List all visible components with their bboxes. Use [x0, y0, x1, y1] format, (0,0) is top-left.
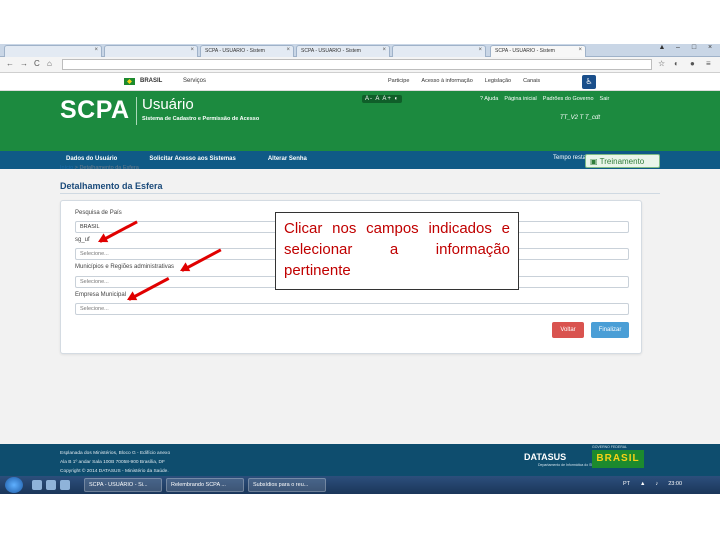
maximize-icon[interactable]: □ — [688, 44, 700, 56]
menu-items: Dados do Usuário Solicitar Acesso aos Si… — [66, 156, 307, 162]
menu-item-alterar-senha[interactable]: Alterar Senha — [268, 156, 307, 162]
page-title: Detalhamento da Esfera — [60, 181, 163, 191]
breadcrumb-current: Detalhamento da Esfera — [79, 165, 139, 171]
header-links: ? Ajuda Página inicial Padrões do Govern… — [480, 96, 609, 102]
extension-icon[interactable]: ◐ — [674, 59, 679, 68]
gov-bar: BRASIL Serviços Participe Acesso à infor… — [0, 73, 720, 91]
help-link[interactable]: ? Ajuda — [480, 96, 498, 102]
treinamento-label: Treinamento — [599, 157, 645, 166]
taskbar-task-scpa[interactable]: SCPA - USUÁRIO - Si... — [84, 478, 162, 492]
footer-line: Copyright © 2014 DATASUS - Ministério da… — [60, 469, 169, 474]
language-indicator[interactable]: PT — [623, 481, 630, 487]
menu-icon[interactable]: ≡ — [706, 59, 711, 68]
taskbar-task-relembrando[interactable]: Relembrando SCPA ... — [166, 478, 244, 492]
close-icon[interactable]: × — [382, 47, 386, 53]
app-subtitle: Usuário — [142, 96, 194, 113]
footer-line: Esplanada dos Ministérios, Bloco G - Edi… — [60, 451, 171, 456]
gov-participe-link[interactable]: Participe — [388, 78, 409, 84]
browser-tab[interactable]: × — [104, 45, 198, 57]
field-label-municipios: Municípios e Regiões administrativas — [75, 264, 175, 270]
taskbar-task-subsidios[interactable]: Subsídios para o reu... — [248, 478, 326, 492]
bookmark-star-icon[interactable]: ☆ — [658, 59, 665, 68]
volume-icon[interactable]: ♪ — [655, 481, 658, 487]
browser-tab[interactable]: SCPA - USUARIO - Sistem × — [296, 45, 390, 57]
brasil-logo-subtitle: GOVERNO FEDERAL — [592, 445, 628, 449]
browser-tab-bar: × × SCPA - USUARIO - Sistem × SCPA - USUA… — [0, 44, 720, 57]
field-label-uf: sg_uf — [75, 237, 90, 243]
gov-canais-link[interactable]: Canais — [523, 78, 540, 84]
gov-servicos-link[interactable]: Serviços — [183, 78, 206, 84]
gov-acesso-info-link[interactable]: Acesso à informação — [421, 78, 472, 84]
brazil-flag-icon — [124, 78, 135, 85]
clock[interactable]: 23:00 — [668, 481, 682, 487]
treinamento-badge: ▣ Treinamento — [585, 154, 660, 168]
menu-item-solicitar-acesso[interactable]: Solicitar Acesso aos Sistemas — [149, 156, 236, 162]
close-window-icon[interactable]: × — [704, 44, 716, 56]
url-input[interactable] — [62, 59, 652, 70]
window-controls: ▲ – □ × — [656, 44, 716, 56]
voltar-button[interactable]: Voltar — [552, 322, 584, 338]
empresa-select[interactable]: Selecione... — [75, 303, 629, 315]
gov-links: Participe Acesso à informação Legislação… — [388, 78, 540, 84]
browser-tab[interactable]: × — [4, 45, 102, 57]
logo-divider — [136, 97, 137, 125]
extension-icon[interactable]: ● — [690, 59, 695, 68]
address-bar: ← → C ⌂ ☆ ◐ ● ≡ — [0, 57, 720, 73]
app-header: SCPA Usuário Sistema de Cadastro e Permi… — [0, 91, 720, 151]
footer-address: Esplanada dos Ministérios, Bloco G - Edi… — [60, 449, 170, 476]
close-icon[interactable]: × — [478, 47, 482, 53]
windows-taskbar: SCPA - USUÁRIO - Si... Relembrando SCPA … — [0, 476, 720, 494]
tab-label: SCPA - USUARIO - Sistem — [301, 48, 361, 54]
network-icon[interactable]: ▲ — [640, 481, 645, 487]
brasil-logo: BRASIL — [592, 450, 644, 468]
home-icon[interactable]: ⌂ — [47, 59, 52, 68]
finalizar-button[interactable]: Finalizar — [591, 322, 629, 338]
browser-screen: × × SCPA - USUARIO - Sistem × SCPA - USUA… — [0, 44, 720, 494]
datasus-subtitle: Departamento de Informática do SUS — [538, 463, 597, 467]
explorer-icon[interactable] — [46, 480, 56, 490]
footer-line: Ala B 1º andar Sala 100B 70058-900 Brasí… — [60, 460, 165, 465]
start-button-icon[interactable] — [5, 477, 23, 493]
media-icon[interactable] — [60, 480, 70, 490]
user-name: TT_V2 T T_cdt — [560, 115, 601, 121]
browser-tab-active[interactable]: SCPA - USUARIO - Sistem × — [490, 45, 586, 57]
browser-tab[interactable]: × — [392, 45, 486, 57]
training-icon: ▣ — [590, 157, 600, 166]
forward-icon[interactable]: → — [20, 59, 28, 68]
field-label-pais: Pesquisa de País — [75, 210, 122, 216]
app-description: Sistema de Cadastro e Permissão de Acess… — [142, 116, 260, 122]
gov-standards-link[interactable]: Padrões do Governo — [543, 96, 594, 102]
gov-legislacao-link[interactable]: Legislação — [485, 78, 511, 84]
accessibility-icon[interactable]: ♿ — [582, 75, 596, 89]
menu-item-dados-usuario[interactable]: Dados do Usuário — [66, 156, 117, 162]
close-icon[interactable]: × — [190, 47, 194, 53]
title-divider — [60, 193, 660, 194]
logout-link[interactable]: Sair — [600, 96, 610, 102]
app-logo[interactable]: SCPA — [60, 96, 130, 125]
breadcrumb: Início > Detalhamento da Esfera — [60, 165, 139, 171]
system-tray: PT ▲ ♪ 23:00 — [623, 481, 682, 487]
tab-label: SCPA - USUARIO - Sistem — [205, 48, 265, 54]
user-icon[interactable]: ▲ — [656, 44, 668, 56]
gov-brasil-link[interactable]: BRASIL — [140, 78, 162, 84]
datasus-logo: DATASUS — [524, 452, 567, 462]
field-label-empresa: Empresa Municipal — [75, 292, 127, 298]
ie-icon[interactable] — [32, 480, 42, 490]
reload-icon[interactable]: C — [34, 59, 40, 68]
font-size-controls[interactable]: A- A A+ ◐ — [362, 95, 403, 103]
close-icon[interactable]: × — [578, 47, 582, 53]
browser-tab[interactable]: SCPA - USUARIO - Sistem × — [200, 45, 294, 57]
instruction-callout: Clicar nos campos indicados e selecionar… — [275, 212, 519, 290]
close-icon[interactable]: × — [286, 47, 290, 53]
close-icon[interactable]: × — [94, 47, 98, 53]
back-icon[interactable]: ← — [6, 59, 14, 68]
breadcrumb-home-link[interactable]: Início — [60, 165, 73, 171]
tab-label: SCPA - USUARIO - Sistem — [495, 48, 555, 54]
home-page-link[interactable]: Página inicial — [504, 96, 536, 102]
minimize-icon[interactable]: – — [672, 44, 684, 56]
